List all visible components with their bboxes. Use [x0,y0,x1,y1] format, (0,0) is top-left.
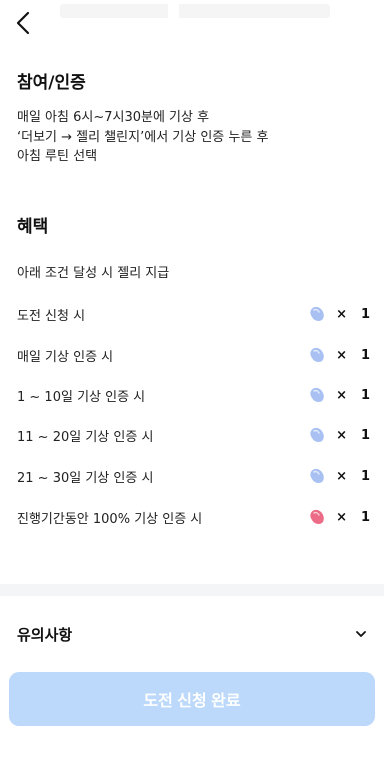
back-arrow-icon[interactable] [12,10,36,36]
blue-jelly-icon [310,468,324,483]
jelly-count: 1 [361,509,371,525]
participation-line: 매일 아침 6시~7시30분에 기상 후 [17,110,210,125]
section-divider [0,584,384,596]
faded-header-text [60,4,330,18]
multiply-sign: × [336,387,347,403]
participation-title: 참여/인증 [17,73,86,93]
benefits-intro: 아래 조건 달성 시 젤리 지급 [17,266,170,281]
jelly-count: 1 [361,306,371,322]
multiply-sign: × [336,306,347,322]
benefits-title: 혜택 [17,217,49,237]
benefit-row: 도전 신청 시 × 1 [17,303,371,325]
blue-jelly-icon [310,427,324,442]
jelly-count: 1 [361,387,371,403]
top-bar [0,0,384,44]
notice-label: 유의사항 [17,626,73,644]
benefit-condition-label: 11 ~ 20일 기상 인증 시 [17,429,154,445]
benefit-condition-label: 21 ~ 30일 기상 인증 시 [17,470,154,486]
benefit-condition-label: 매일 기상 인증 시 [17,349,114,365]
blue-jelly-icon [310,306,324,321]
benefit-row: 11 ~ 20일 기상 인증 시 × 1 [17,424,371,446]
participation-line: ‘더보기 → 젤리 챌린지’에서 기상 인증 누른 후 [17,129,269,145]
benefit-condition-label: 도전 신청 시 [17,308,86,324]
jelly-count: 1 [361,347,371,363]
multiply-sign: × [336,509,347,525]
notice-accordion[interactable]: 유의사항 [0,618,384,650]
multiply-sign: × [336,468,347,484]
benefit-row: 1 ~ 10일 기상 인증 시 × 1 [17,384,371,406]
benefit-row: 매일 기상 인증 시 × 1 [17,344,371,366]
benefit-row: 21 ~ 30일 기상 인증 시 × 1 [17,465,371,487]
benefit-condition-label: 진행기간동안 100% 기상 인증 시 [17,511,203,527]
multiply-sign: × [336,427,347,443]
challenge-apply-complete-button[interactable]: 도전 신청 완료 [9,672,375,726]
chevron-down-icon [356,631,366,637]
jelly-count: 1 [361,468,371,484]
jelly-count: 1 [361,427,371,443]
benefit-condition-label: 1 ~ 10일 기상 인증 시 [17,389,146,405]
participation-description: 매일 아침 6시~7시30분에 기상 후 ‘더보기 → 젤리 챌린지’에서 기상… [17,108,268,167]
blue-jelly-icon [310,387,324,402]
participation-line: 아침 루틴 선택 [17,149,98,164]
multiply-sign: × [336,347,347,363]
pink-jelly-icon [310,509,324,524]
benefit-row: 진행기간동안 100% 기상 인증 시 × 1 [17,506,371,528]
blue-jelly-icon [310,347,324,362]
